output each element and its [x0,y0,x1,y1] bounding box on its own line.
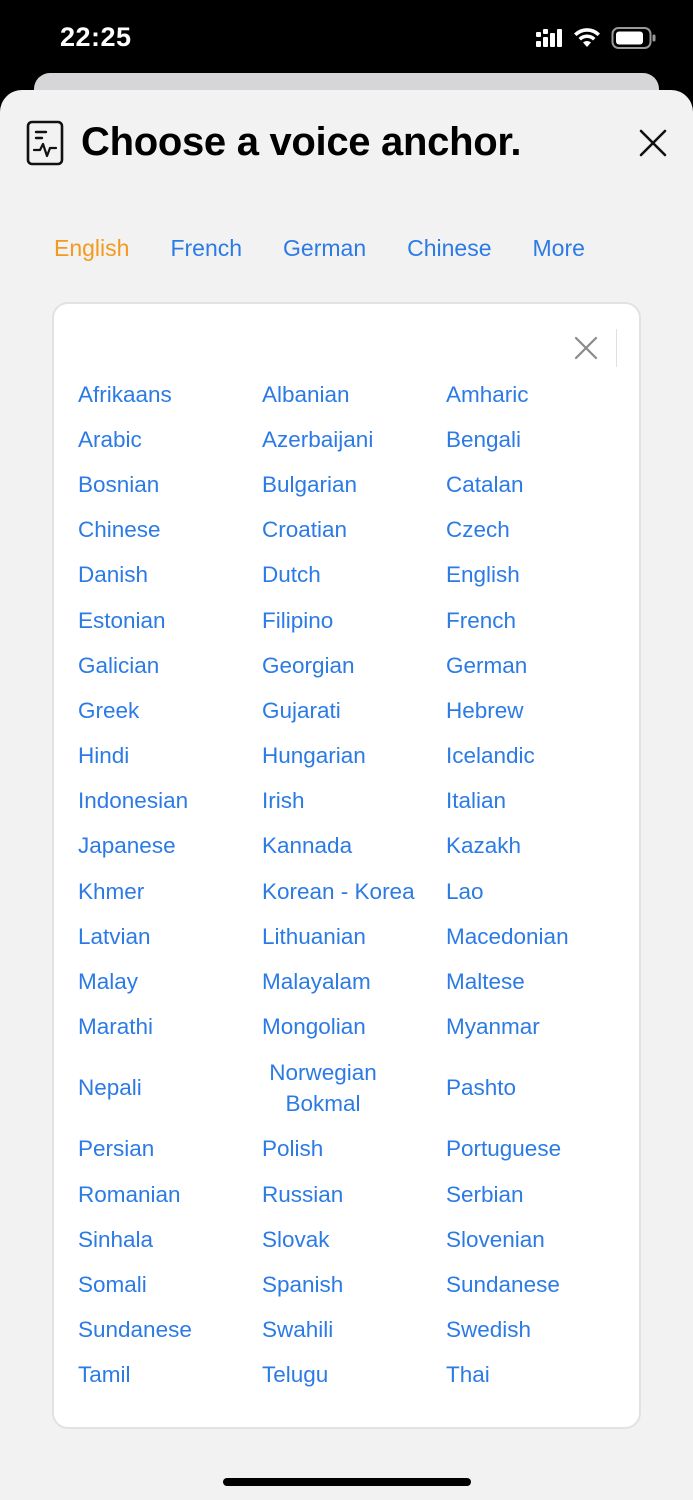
language-item[interactable]: Spanish [262,1262,446,1307]
language-item[interactable]: Pashto [446,1050,630,1127]
language-item[interactable]: Serbian [446,1172,630,1217]
language-item[interactable]: Russian [262,1172,446,1217]
home-indicator [223,1478,471,1486]
status-time: 22:25 [60,22,132,52]
voice-document-icon [26,120,64,166]
language-item[interactable]: Korean - Korea [262,869,446,914]
language-item[interactable]: Telugu [262,1353,446,1398]
language-item[interactable]: Catalan [446,462,630,507]
tab-english[interactable]: English [54,235,129,265]
tab-chinese[interactable]: Chinese [407,235,491,265]
language-item[interactable]: Greek [78,688,262,733]
language-item[interactable]: Nepali [78,1050,262,1127]
language-item[interactable]: Hindi [78,734,262,779]
language-item[interactable]: Mongolian [262,1005,446,1050]
language-item[interactable]: Afrikaans [78,372,262,417]
language-item[interactable]: Azerbaijani [262,417,446,462]
cellular-signal-icon [536,29,562,47]
language-item[interactable]: Bengali [446,417,630,462]
language-item[interactable]: Indonesian [78,779,262,824]
language-item[interactable]: Persian [78,1127,262,1172]
language-item[interactable]: Filipino [262,598,446,643]
language-item[interactable]: Estonian [78,598,262,643]
language-item[interactable]: Sundanese [78,1308,262,1353]
language-item[interactable]: Marathi [78,1005,262,1050]
language-item[interactable]: Croatian [262,508,446,553]
battery-icon [611,27,656,49]
language-item[interactable]: Somali [78,1262,262,1307]
language-item[interactable]: Norwegian Bokmal [262,1050,446,1127]
tab-more[interactable]: More [533,235,585,265]
language-item[interactable]: Latvian [78,914,262,959]
language-item[interactable]: Maltese [446,959,630,1004]
language-item[interactable]: Thai [446,1353,630,1398]
language-item[interactable]: Portuguese [446,1127,630,1172]
language-item[interactable]: Czech [446,508,630,553]
tab-german[interactable]: German [283,235,366,265]
language-item-label: Norwegian Bokmal [269,1060,377,1117]
language-item[interactable]: Myanmar [446,1005,630,1050]
language-item[interactable]: Lithuanian [262,914,446,959]
language-item[interactable]: Khmer [78,869,262,914]
language-item[interactable]: Amharic [446,372,630,417]
language-item[interactable]: Bosnian [78,462,262,507]
language-item[interactable]: Swedish [446,1308,630,1353]
language-item[interactable]: Dutch [262,553,446,598]
language-item[interactable]: Gujarati [262,688,446,733]
voice-anchor-sheet: Choose a voice anchor. English French Ge… [0,90,693,1500]
language-item[interactable]: Hebrew [446,688,630,733]
language-item[interactable]: Hungarian [262,734,446,779]
language-item[interactable]: Kannada [262,824,446,869]
language-item[interactable]: Malay [78,959,262,1004]
language-item[interactable]: Malayalam [262,959,446,1004]
language-item[interactable]: Lao [446,869,630,914]
language-list-card: Afrikaans Albanian Amharic Arabic Azerba… [52,302,641,1429]
language-item[interactable]: German [446,643,630,688]
language-item[interactable]: Sundanese [446,1262,630,1307]
page-title: Choose a voice anchor. [81,120,522,164]
language-item[interactable]: Japanese [78,824,262,869]
status-icons [535,26,657,50]
language-grid: Afrikaans Albanian Amharic Arabic Azerba… [78,372,630,1398]
language-item[interactable]: Danish [78,553,262,598]
language-item[interactable]: Georgian [262,643,446,688]
language-item[interactable]: Swahili [262,1308,446,1353]
divider [616,329,617,367]
language-item[interactable]: French [446,598,630,643]
language-item[interactable]: Arabic [78,417,262,462]
language-item[interactable]: Kazakh [446,824,630,869]
language-item[interactable]: Romanian [78,1172,262,1217]
language-item[interactable]: Italian [446,779,630,824]
language-item[interactable]: Icelandic [446,734,630,779]
language-item[interactable]: Slovak [262,1217,446,1262]
language-item[interactable]: Tamil [78,1353,262,1398]
language-item[interactable]: Polish [262,1127,446,1172]
language-item[interactable]: Sinhala [78,1217,262,1262]
language-tabs: English French German Chinese More [54,235,626,265]
tab-french[interactable]: French [170,235,242,265]
language-item[interactable]: English [446,553,630,598]
language-item[interactable]: Chinese [78,508,262,553]
status-bar: 22:25 [0,0,693,76]
language-item[interactable]: Albanian [262,372,446,417]
language-item[interactable]: Bulgarian [262,462,446,507]
close-icon[interactable] [573,335,599,361]
close-icon[interactable] [638,128,668,158]
language-item[interactable]: Macedonian [446,914,630,959]
wifi-icon [574,28,600,47]
language-item[interactable]: Galician [78,643,262,688]
language-item[interactable]: Slovenian [446,1217,630,1262]
language-item[interactable]: Irish [262,779,446,824]
